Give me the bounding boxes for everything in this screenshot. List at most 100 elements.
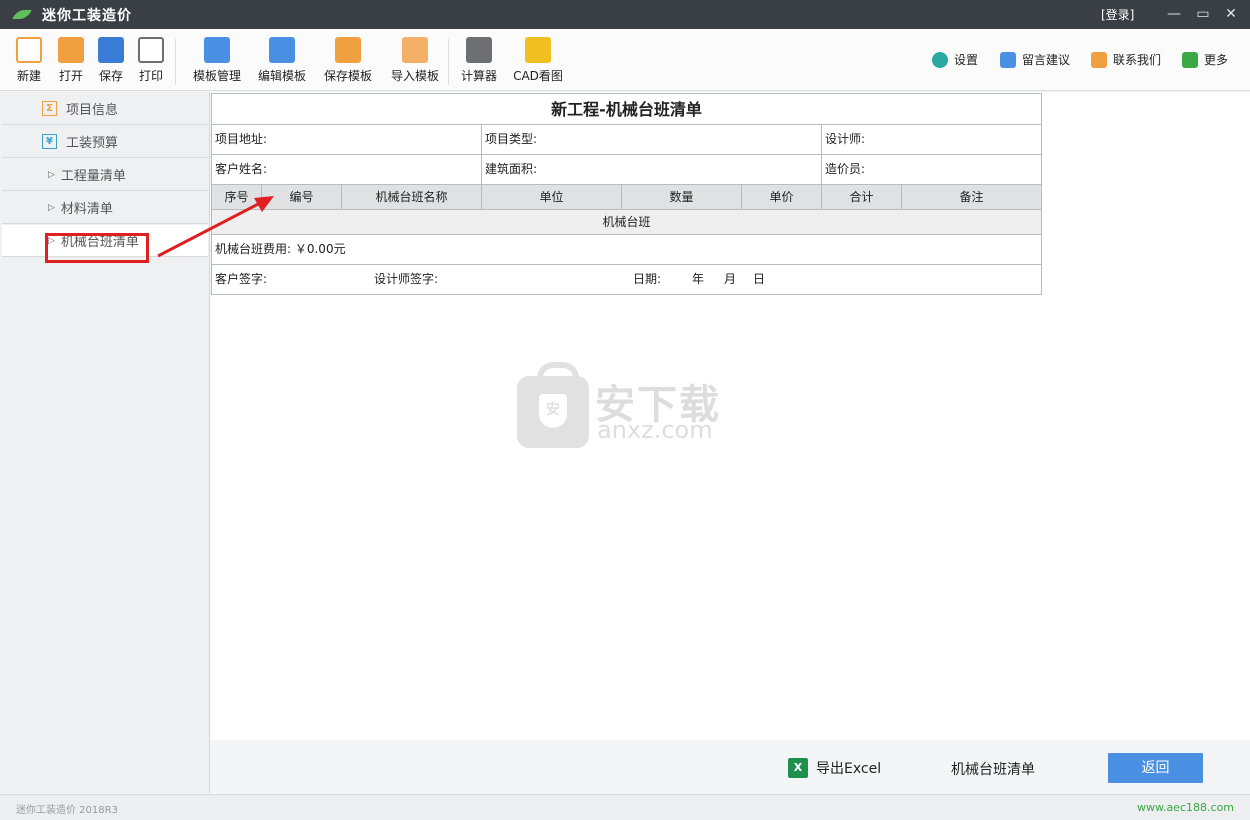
maximize-icon[interactable]: ▭ xyxy=(1191,4,1215,24)
more-label: 更多 xyxy=(1204,53,1229,67)
machinery-fee: 机械台班费用: ￥0.00元 xyxy=(212,235,1041,265)
edit-template-icon xyxy=(269,37,295,63)
open-label: 打开 xyxy=(58,69,83,83)
annotation-highlight xyxy=(45,233,149,263)
toolbar: 新建 打开 保存 打印 模板管理 编辑模板 保存模板 导入模板 计算器 CAD看… xyxy=(0,29,1250,91)
version-text: 迷你工装造价 2018R3 xyxy=(16,805,118,816)
calculator-icon xyxy=(466,37,492,63)
current-sheet-label: 机械台班清单 xyxy=(951,762,1035,778)
signature-row: 客户签字: 设计师签字: 日期: 年 月 日 xyxy=(212,265,1041,294)
sidebar-item-label: 项目信息 xyxy=(66,103,119,118)
info-row: 客户姓名: 建筑面积: 造价员: xyxy=(212,155,1041,185)
more-icon xyxy=(1182,51,1198,68)
month-label: 月 xyxy=(724,272,737,286)
yen-icon: ¥ xyxy=(42,134,57,149)
toolbar-divider xyxy=(175,39,176,85)
column-header: 数量 xyxy=(622,185,742,209)
app-logo-icon xyxy=(12,6,34,24)
login-link[interactable]: [登录] xyxy=(1101,6,1134,23)
edit-template-label: 编辑模板 xyxy=(257,69,306,83)
minimize-icon[interactable]: — xyxy=(1162,4,1186,24)
sidebar-item-budget[interactable]: ¥ 工装预算 xyxy=(2,126,208,158)
feedback-icon xyxy=(1000,51,1016,68)
column-header: 机械台班名称 xyxy=(342,185,482,209)
sidebar-item-label: 材料清单 xyxy=(60,202,113,217)
table-header: 序号 编号 机械台班名称 单位 数量 单价 合计 备注 xyxy=(212,185,1041,210)
watermark-bag-icon: 安 xyxy=(517,362,589,448)
calculator-label: 计算器 xyxy=(460,69,497,83)
template-manage-label: 模板管理 xyxy=(192,69,241,83)
project-address-field[interactable]: 项目地址: xyxy=(212,125,482,154)
cad-view-label: CAD看图 xyxy=(513,69,563,83)
column-header: 单价 xyxy=(742,185,822,209)
print-button[interactable]: 打印 xyxy=(137,37,165,84)
feedback-button[interactable]: 留言建议 xyxy=(1000,51,1070,68)
settings-button[interactable]: 设置 xyxy=(932,51,978,68)
save-template-button[interactable]: 保存模板 xyxy=(323,37,373,84)
new-file-icon xyxy=(16,37,42,63)
new-label: 新建 xyxy=(16,69,41,83)
sidebar-item-label: 工装预算 xyxy=(66,136,119,151)
calculator-button[interactable]: 计算器 xyxy=(460,37,498,84)
column-header: 单位 xyxy=(482,185,622,209)
cad-view-button[interactable]: CAD看图 xyxy=(512,37,564,84)
annotation-arrow-icon xyxy=(157,196,274,258)
import-template-button[interactable]: 导入模板 xyxy=(390,37,440,84)
machinery-sheet: 新工程-机械台班清单 项目地址: 项目类型: 设计师: 客户姓名: 建筑面积: … xyxy=(211,93,1042,295)
info-row: 项目地址: 项目类型: 设计师: xyxy=(212,125,1041,155)
watermark-domain: anxz.com xyxy=(597,416,713,444)
section-row: 机械台班 xyxy=(212,210,1041,235)
project-type-field[interactable]: 项目类型: xyxy=(482,125,822,154)
new-button[interactable]: 新建 xyxy=(15,37,43,84)
expand-triangle-icon: ▷ xyxy=(48,169,55,180)
printer-icon xyxy=(138,37,164,63)
column-header: 备注 xyxy=(959,190,984,204)
building-area-field[interactable]: 建筑面积: xyxy=(482,155,822,184)
contact-button[interactable]: 联系我们 xyxy=(1091,51,1161,68)
expand-triangle-icon: ▷ xyxy=(48,202,55,213)
designer-field[interactable]: 设计师: xyxy=(822,125,1041,154)
import-template-icon xyxy=(402,37,428,63)
status-bar: 迷你工装造价 2018R3 www.aec188.com xyxy=(0,794,1250,820)
website-link[interactable]: www.aec188.com xyxy=(1137,801,1234,814)
mail-icon xyxy=(1091,51,1107,68)
save-label: 保存 xyxy=(98,69,123,83)
close-icon[interactable]: ✕ xyxy=(1219,4,1243,24)
template-manage-icon xyxy=(204,37,230,63)
export-excel-label: 导出Excel xyxy=(816,761,882,777)
sidebar-item-label: 工程量清单 xyxy=(60,169,126,184)
app-title: 迷你工装造价 xyxy=(42,7,132,24)
sigma-icon: Σ xyxy=(42,101,57,116)
export-excel-button[interactable]: X 导出Excel xyxy=(788,758,881,778)
save-icon xyxy=(98,37,124,63)
year-label: 年 xyxy=(692,272,705,286)
edit-template-button[interactable]: 编辑模板 xyxy=(257,37,307,84)
contact-label: 联系我们 xyxy=(1113,53,1162,67)
import-template-label: 导入模板 xyxy=(390,69,439,83)
save-button[interactable]: 保存 xyxy=(97,37,125,84)
toolbar-divider xyxy=(448,39,449,85)
open-folder-icon xyxy=(58,37,84,63)
template-manage-button[interactable]: 模板管理 xyxy=(192,37,242,84)
sidebar-item-quantity-list[interactable]: ▷ 工程量清单 xyxy=(2,159,208,191)
open-button[interactable]: 打开 xyxy=(57,37,85,84)
back-button[interactable]: 返回 xyxy=(1108,753,1203,783)
page-title: 新工程-机械台班清单 xyxy=(212,93,1041,125)
cad-dwg-icon xyxy=(525,37,551,63)
gear-icon xyxy=(932,51,948,68)
date-label: 日期: xyxy=(633,272,662,286)
print-label: 打印 xyxy=(138,69,163,83)
feedback-label: 留言建议 xyxy=(1022,53,1071,67)
more-button[interactable]: 更多 xyxy=(1182,51,1228,68)
sidebar-item-project-info[interactable]: Σ 项目信息 xyxy=(2,93,208,125)
save-template-icon xyxy=(335,37,361,63)
estimator-field[interactable]: 造价员: xyxy=(822,155,1041,184)
title-bar: 迷你工装造价 [登录] — ▭ ✕ xyxy=(0,0,1250,29)
settings-label: 设置 xyxy=(954,53,979,67)
watermark: 安 安下载 anxz.com xyxy=(517,362,737,450)
save-template-label: 保存模板 xyxy=(323,69,372,83)
designer-signature: 设计师签字: xyxy=(374,272,439,286)
client-signature: 客户签字: xyxy=(215,272,268,286)
day-label: 日 xyxy=(753,272,766,286)
client-name-field[interactable]: 客户姓名: xyxy=(212,155,482,184)
